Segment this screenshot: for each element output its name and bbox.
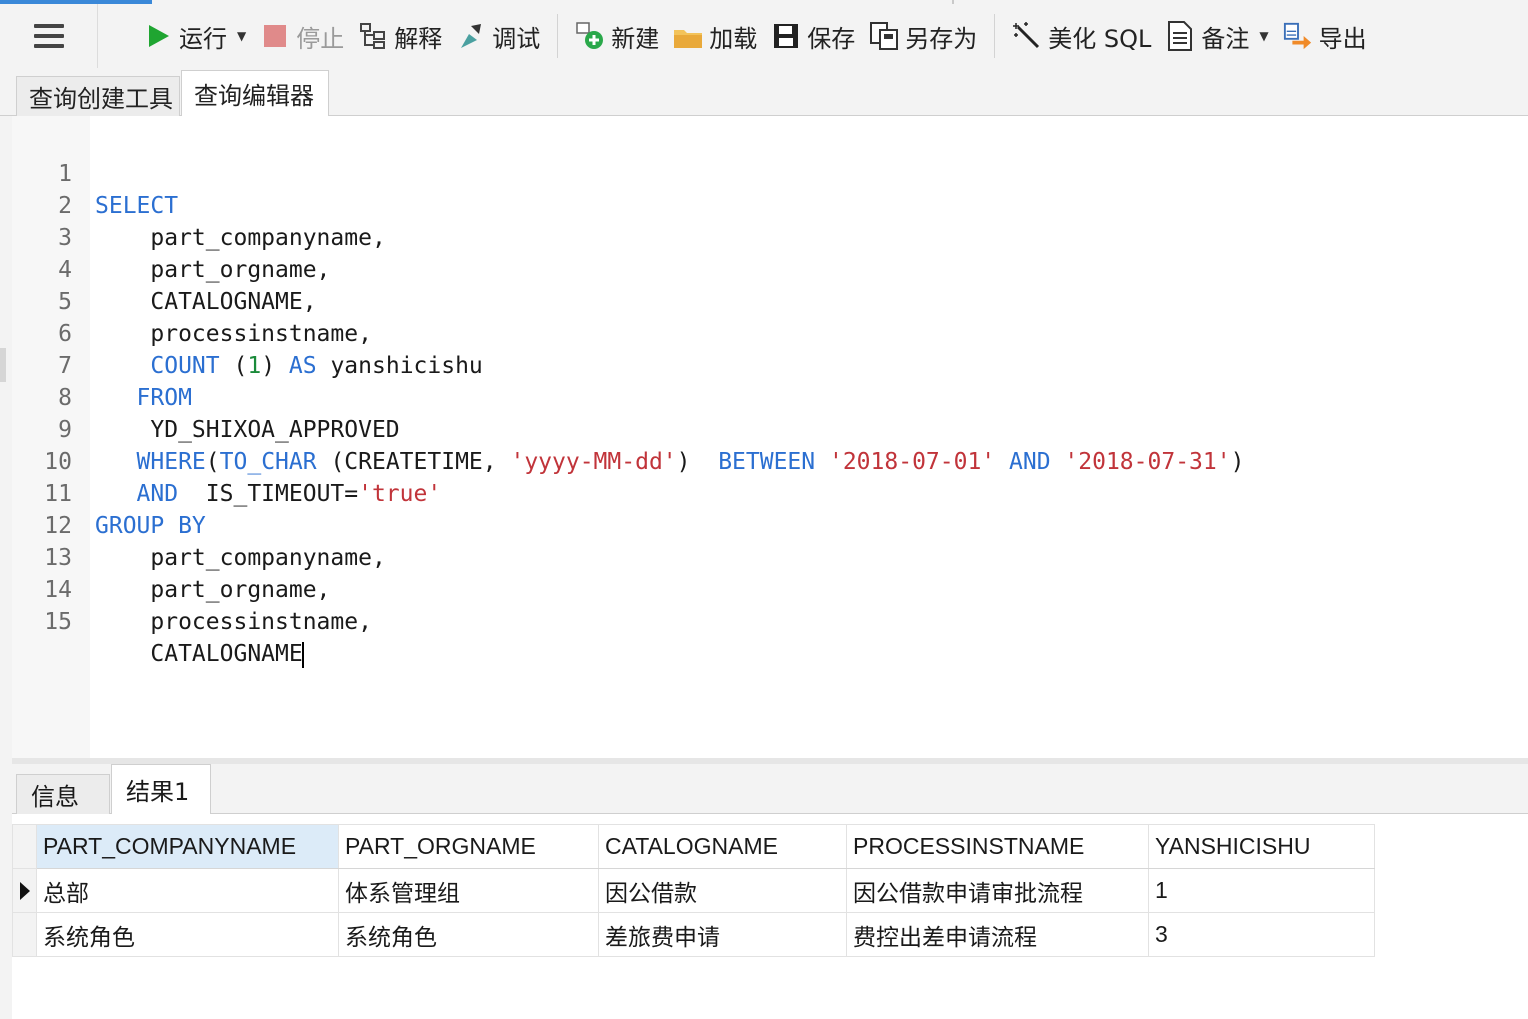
hamburger-menu-icon [33,24,64,48]
menu-button[interactable] [0,4,98,68]
save-as-label: 另存为 [905,24,978,53]
table-row[interactable]: 系统角色 系统角色 差旅费申请 费控出差申请流程 3 [12,912,1375,957]
stop-icon [260,21,290,51]
run-button[interactable]: 运行 ▼ [136,14,253,58]
code-text: processinstname, [95,609,372,635]
debug-icon [456,21,486,51]
code-line: 4 CATALOGNAME, [12,222,1528,315]
stop-button[interactable]: 停止 [253,14,351,58]
row-selector[interactable] [12,912,37,957]
tab-result-1[interactable]: 结果1 [111,764,211,814]
toolbar: 运行 ▼ 停止 解释 调试 新建 加载 保存 另存为 美化 SQL 备注 ▼ 导… [0,4,1528,68]
debug-button[interactable]: 调试 [449,14,547,58]
code-line: 8 YD_SHIXOA_APPROVED [12,350,1528,443]
column-header[interactable]: CATALOGNAME [598,824,847,869]
result-tab-bar: 信息 结果1 [12,764,1528,814]
query-tab-bar: 查询创建工具 查询编辑器 [0,68,1528,116]
table-cell[interactable]: 系统角色 [338,912,599,957]
toolbar-separator [557,14,559,58]
table-cell[interactable]: 差旅费申请 [598,912,847,957]
code-line: 9 WHERE(TO_CHAR (CREATETIME, 'yyyy-MM-dd… [12,382,1528,475]
grid-header-row: PART_COMPANYNAME PART_ORGNAME CATALOGNAM… [12,824,1375,869]
table-cell[interactable]: 因公借款 [598,868,847,913]
save-label: 保存 [807,24,856,53]
comment-document-icon [1165,21,1195,51]
magic-wand-icon [1012,21,1042,51]
new-button[interactable]: 新建 [568,14,666,58]
explain-button[interactable]: 解释 [351,14,449,58]
tab-info[interactable]: 信息 [16,774,110,814]
load-button[interactable]: 加载 [666,14,764,58]
code-lines: 1 SELECT 2 part_companyname, 3 part_orgn… [12,126,1528,668]
code-line: 13 part_orgname, [12,510,1528,603]
table-cell[interactable]: 因公借款申请审批流程 [846,868,1149,913]
table-cell[interactable]: 3 [1148,912,1375,957]
code-line: 15 CATALOGNAME [12,574,1528,668]
comment-label: 备注 [1201,24,1250,53]
play-icon [143,21,173,51]
comment-button[interactable]: 备注 ▼ [1158,14,1275,58]
column-header[interactable]: PART_COMPANYNAME [36,824,339,869]
tab-query-editor[interactable]: 查询编辑器 [181,70,329,116]
panel-resize-handle[interactable] [0,348,6,382]
run-label: 运行 [179,24,227,53]
table-cell[interactable]: 体系管理组 [338,868,599,913]
table-row[interactable]: 总部 体系管理组 因公借款 因公借款申请审批流程 1 [12,868,1375,913]
code-line: 1 SELECT [12,126,1528,219]
left-panel-edge [0,116,12,1019]
save-as-icon [869,21,899,51]
stop-label: 停止 [296,24,345,53]
beautify-sql-button[interactable]: 美化 SQL [1005,14,1158,58]
explain-label: 解释 [394,24,443,53]
new-query-icon [575,21,605,51]
tab-query-builder[interactable]: 查询创建工具 [16,76,180,116]
save-icon [771,21,801,51]
code-line: 6 COUNT (1) AS yanshicishu [12,286,1528,379]
column-header[interactable]: YANSHICISHU [1148,824,1375,869]
code-line: 3 part_orgname, [12,190,1528,283]
table-cell[interactable]: 总部 [36,868,339,913]
query-window: 运行 ▼ 停止 解释 调试 新建 加载 保存 另存为 美化 SQL 备注 ▼ 导… [0,0,1528,1019]
beautify-sql-label: 美化 SQL [1048,24,1152,53]
table-cell[interactable]: 1 [1148,868,1375,913]
sql-editor[interactable]: 1 SELECT 2 part_companyname, 3 part_orgn… [12,116,1528,758]
new-label: 新建 [611,24,660,53]
code-line: 12 part_companyname, [12,478,1528,571]
export-button[interactable]: 导出 [1276,14,1374,58]
row-header-corner [12,824,37,869]
code-line: 5 processinstname, [12,254,1528,347]
code-line: 10 AND IS_TIMEOUT='true' [12,414,1528,507]
code-line: 14 processinstname, [12,542,1528,635]
result-grid-area: PART_COMPANYNAME PART_ORGNAME CATALOGNAM… [12,814,1528,1019]
load-label: 加载 [709,24,758,53]
save-as-button[interactable]: 另存为 [862,14,984,58]
column-header[interactable]: PART_ORGNAME [338,824,599,869]
text-cursor [301,641,304,668]
run-dropdown-icon[interactable]: ▼ [237,29,246,43]
debug-label: 调试 [492,24,541,53]
table-cell[interactable]: 系统角色 [36,912,339,957]
code-line: 11 GROUP BY [12,446,1528,539]
folder-icon [673,21,703,51]
column-header[interactable]: PROCESSINSTNAME [846,824,1149,869]
save-button[interactable]: 保存 [764,14,862,58]
comment-dropdown-icon[interactable]: ▼ [1259,29,1268,43]
export-icon [1283,21,1313,51]
current-row-pointer-icon [20,881,30,900]
export-label: 导出 [1318,24,1367,53]
result-grid: PART_COMPANYNAME PART_ORGNAME CATALOGNAM… [12,824,1375,957]
code-text: CATALOGNAME [95,641,304,668]
toolbar-separator [994,14,996,58]
row-selector[interactable] [12,868,37,913]
table-cell[interactable]: 费控出差申请流程 [846,912,1149,957]
line-number: 15 [44,609,72,635]
explain-icon [358,21,388,51]
code-line: 7 FROM [12,318,1528,411]
code-line: 2 part_companyname, [12,158,1528,251]
